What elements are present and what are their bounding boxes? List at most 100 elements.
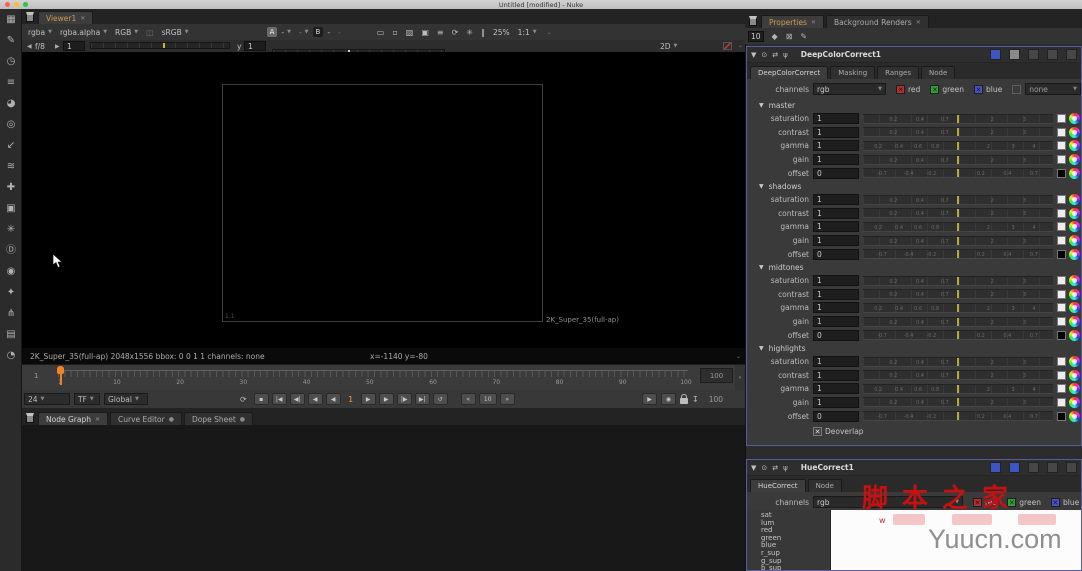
param-input[interactable]: 1 <box>813 154 859 166</box>
param-slider[interactable]: 0.2 0.4 0.6 0.8 2 3 4 <box>863 221 1053 232</box>
fps-dropdown[interactable]: 24 ▼ <box>24 393 70 405</box>
param-input[interactable]: 1 <box>813 126 859 138</box>
gear-icon[interactable]: ✳ <box>466 28 473 37</box>
zoom-level-dropdown[interactable]: 25% <box>489 26 514 38</box>
curve-item-b_sup[interactable]: b_sup <box>761 565 830 570</box>
row-menu-icon[interactable]: ⌄ <box>738 42 743 49</box>
step-fwd-button[interactable]: ▶ <box>378 393 394 405</box>
colorwheel-icon[interactable] <box>1069 329 1080 341</box>
param-slider[interactable]: 0.2 0.4 0.7 2 3 <box>863 397 1053 408</box>
close-icon[interactable]: ✕ <box>95 416 100 423</box>
views-icon[interactable]: ◉ <box>0 261 22 282</box>
param-input[interactable]: 1 <box>813 396 859 408</box>
image-icon[interactable]: ▦ <box>0 9 22 30</box>
extra-1-button[interactable] <box>1028 49 1039 60</box>
param-input[interactable]: 1 <box>813 275 859 287</box>
param-slider[interactable]: 0.2 0.4 0.7 2 3 <box>863 127 1053 138</box>
step-back-button[interactable]: ◀ <box>307 393 323 405</box>
section-header-master[interactable]: ▼ master <box>747 99 1081 112</box>
param-slider[interactable]: 0.2 0.4 0.6 0.8 2 3 4 <box>863 383 1053 394</box>
colorwheel-icon[interactable] <box>1069 235 1080 247</box>
collapse-icon[interactable]: ▼ <box>751 464 756 472</box>
colorwheel-icon[interactable] <box>1069 288 1080 300</box>
param-input[interactable]: 0 <box>813 410 859 422</box>
color-swatch[interactable] <box>1057 236 1066 246</box>
wipe-icon[interactable]: ▨ <box>406 28 414 37</box>
go-start-button[interactable]: |◀ <box>271 393 287 405</box>
param-slider[interactable]: 0.2 0.4 0.7 2 3 <box>863 370 1053 381</box>
color-swatch[interactable] <box>1057 276 1066 286</box>
color-swatch[interactable] <box>1057 303 1066 313</box>
gamma-input[interactable]: 1 <box>244 41 266 51</box>
next-keyframe-button[interactable]: |▶ <box>396 393 412 405</box>
hue-tab-huecorrect[interactable]: HueCorrect <box>750 479 806 492</box>
param-input[interactable]: 1 <box>813 140 859 152</box>
particles-icon[interactable]: ✳ <box>0 219 22 240</box>
draw-icon[interactable]: ✎ <box>0 30 22 51</box>
collapse-icon[interactable]: ▼ <box>759 102 764 109</box>
stop-button[interactable]: ▪ <box>253 393 269 405</box>
minimize-button[interactable] <box>990 49 1001 60</box>
collapse-icon[interactable]: ▼ <box>751 51 756 59</box>
color-swatch[interactable] <box>1057 208 1066 218</box>
close-icon[interactable]: ● <box>169 416 174 423</box>
tf-dropdown[interactable]: TF ▼ <box>74 393 100 405</box>
param-input[interactable]: 0 <box>813 167 859 179</box>
metadata-icon[interactable]: ✦ <box>0 282 22 303</box>
color-swatch[interactable] <box>1057 330 1066 340</box>
param-slider[interactable]: 0.2 0.4 0.6 0.8 2 3 4 <box>863 302 1053 313</box>
param-input[interactable]: 1 <box>813 235 859 247</box>
viewer-canvas[interactable]: 2K_Super_35(full-ap) 1,1 <box>22 52 745 348</box>
colorwheel-icon[interactable] <box>1069 396 1080 408</box>
param-slider[interactable]: 0.2 0.4 0.7 2 3 <box>863 289 1053 300</box>
collapse-icon[interactable]: ▼ <box>759 183 764 190</box>
color-swatch[interactable] <box>1057 127 1066 137</box>
clear-all-icon[interactable]: ⊠ <box>786 32 793 41</box>
param-slider[interactable]: 0.2 0.4 0.7 2 3 <box>863 316 1053 327</box>
loop-icon[interactable]: ⟳ <box>240 395 247 404</box>
filter-icon[interactable]: ◎ <box>0 114 22 135</box>
float-button[interactable] <box>1009 462 1020 473</box>
pause-icon[interactable]: ‖ <box>481 28 485 37</box>
timeline[interactable]: 1 1102030405060708090100 100 ▾ <box>22 364 745 391</box>
increment-button[interactable]: » <box>499 393 515 405</box>
blue-channel-checkbox[interactable]: ✕ <box>1050 497 1060 507</box>
input-b2-dropdown[interactable]: - <box>334 26 345 38</box>
color-swatch[interactable] <box>1057 155 1066 165</box>
color-swatch[interactable] <box>1057 168 1066 178</box>
color-swatch[interactable] <box>1057 289 1066 299</box>
display-channels-dropdown[interactable]: RGB ▼ <box>111 26 142 38</box>
param-input[interactable]: 0 <box>813 248 859 260</box>
decrement-button[interactable]: « <box>460 393 476 405</box>
deep-tab-ranges[interactable]: Ranges <box>877 66 919 79</box>
param-slider[interactable]: 0.2 0.4 0.7 2 3 <box>863 154 1053 165</box>
color-swatch[interactable] <box>1057 114 1066 124</box>
param-slider[interactable]: 0.2 0.4 0.7 2 3 <box>863 194 1053 205</box>
param-slider[interactable]: -0.7 -0.4 -0.2 0.2 0.4 0.7 <box>863 330 1053 341</box>
3d-icon[interactable]: ▣ <box>0 198 22 219</box>
param-slider[interactable]: 0.2 0.4 0.7 2 3 <box>863 113 1053 124</box>
layer-dropdown[interactable]: rgba ▼ <box>24 26 56 38</box>
range-mode-dropdown[interactable]: Global ▼ <box>104 393 148 405</box>
layers-icon[interactable]: ▣ <box>421 28 429 37</box>
param-input[interactable]: 1 <box>813 194 859 206</box>
export-icon[interactable]: ↧ <box>692 395 699 404</box>
tab-viewer1[interactable]: Viewer1 ✕ <box>38 11 94 24</box>
switch-icon[interactable]: ⇄ <box>772 464 778 472</box>
deep-tab-node[interactable]: Node <box>920 66 956 79</box>
timeline-ruler[interactable] <box>58 370 688 377</box>
alpha-layer-dropdown[interactable]: rgba.alpha ▼ <box>56 26 111 38</box>
format-icon[interactable]: ▫ <box>392 28 397 37</box>
render-button[interactable]: ◉ <box>661 393 676 405</box>
gain-input[interactable]: 1 <box>63 41 85 51</box>
input-a-dropdown[interactable]: - ▼ <box>277 26 295 38</box>
color-swatch[interactable] <box>1057 370 1066 380</box>
wipe-dropdown[interactable]: - ▼ <box>295 26 313 38</box>
colorwheel-icon[interactable] <box>1069 383 1080 395</box>
colorwheel-icon[interactable] <box>1069 154 1080 166</box>
flipbook-button[interactable]: ▶ <box>642 393 657 405</box>
minimize-button[interactable] <box>990 462 1001 473</box>
colorwheel-icon[interactable] <box>1069 207 1080 219</box>
tab-dope-sheet[interactable]: Dope Sheet ● <box>183 412 254 425</box>
play-back-button[interactable]: ◀ <box>325 393 341 405</box>
